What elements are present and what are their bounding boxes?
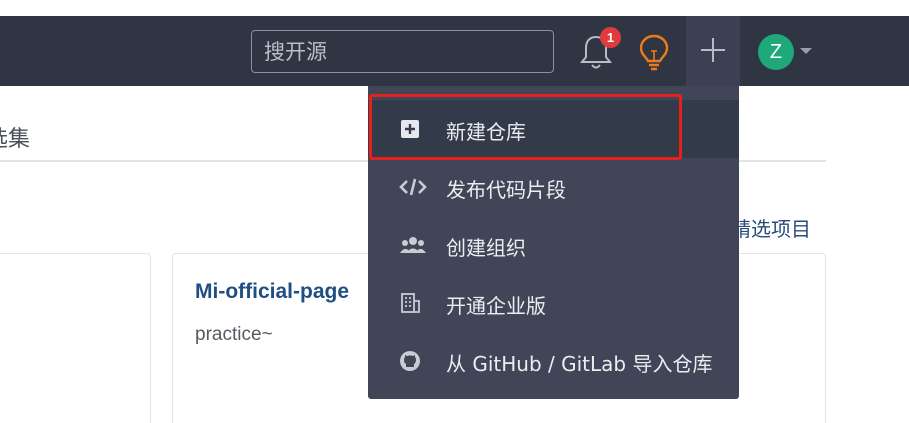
menu-item-create-organization[interactable]: 创建组织: [368, 216, 739, 274]
menu-item-label: 从 GitHub / GitLab 导入仓库: [446, 352, 713, 376]
project-card: [0, 253, 151, 423]
menu-item-publish-snippet[interactable]: 发布代码片段: [368, 158, 739, 216]
github-icon: [399, 350, 423, 372]
top-strip: [0, 0, 909, 16]
project-title-link[interactable]: Mi-official-page: [195, 280, 349, 304]
project-description: practice~: [195, 324, 273, 345]
notification-badge: 1: [600, 27, 621, 48]
tab-partial[interactable]: 选集: [0, 121, 30, 153]
create-menu-button[interactable]: [686, 16, 740, 86]
menu-item-label: 发布代码片段: [446, 178, 566, 202]
lightbulb-icon[interactable]: [636, 33, 672, 73]
menu-item-enterprise[interactable]: 开通企业版: [368, 274, 739, 332]
create-dropdown-menu: 新建仓库 发布代码片段 创建组织 开通企业版 从 GitHub / GitLab…: [368, 86, 739, 399]
search-input[interactable]: [251, 30, 554, 73]
building-icon: [399, 292, 423, 314]
menu-item-label: 新建仓库: [446, 120, 526, 144]
users-icon: [399, 234, 426, 256]
code-icon: [399, 176, 427, 198]
menu-item-import-repository[interactable]: 从 GitHub / GitLab 导入仓库: [368, 332, 739, 390]
menu-item-label: 开通企业版: [446, 294, 546, 318]
avatar[interactable]: Z: [758, 34, 794, 70]
plus-square-icon: [399, 118, 423, 140]
menu-item-new-repository[interactable]: 新建仓库: [368, 100, 739, 158]
menu-item-label: 创建组织: [446, 236, 526, 260]
top-navbar: 1 Z: [0, 16, 909, 86]
page: 1 Z 选集 精选项目 Mi-official-page practice~: [0, 0, 909, 423]
chevron-down-icon[interactable]: [800, 48, 812, 54]
featured-projects-link[interactable]: 精选项目: [731, 213, 811, 242]
